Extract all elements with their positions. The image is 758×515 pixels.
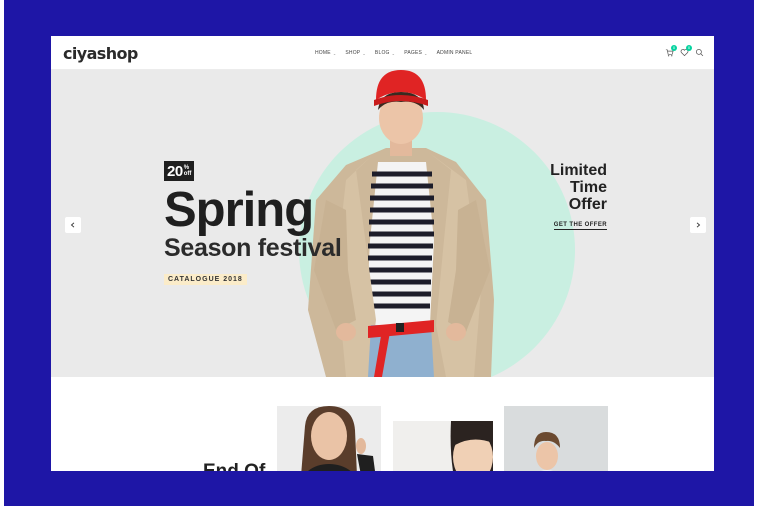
promo-line: Limited — [550, 162, 607, 179]
nav-label: BLOG — [374, 50, 390, 56]
nav-item-home[interactable]: HOME ⌄ — [315, 50, 336, 56]
nav-item-blog[interactable]: BLOG ⌄ — [375, 50, 395, 56]
product-image-child[interactable] — [393, 421, 493, 471]
chevron-down-icon: ⌄ — [332, 50, 337, 56]
search-button[interactable] — [695, 48, 704, 57]
promo-line: Offer — [568, 196, 607, 213]
product-image-man[interactable] — [504, 406, 608, 471]
website-screenshot: ciyashop HOME ⌄ SHOP ⌄ BLOG ⌄ PAGES ⌄ AD… — [51, 36, 714, 471]
chevron-down-icon: ⌄ — [391, 50, 396, 56]
chevron-down-icon: ⌄ — [424, 50, 428, 56]
catalogue-tag: CATALOGUE 2018 — [164, 274, 247, 285]
cart-count-badge: 0 — [671, 45, 677, 51]
site-header: ciyashop HOME ⌄ SHOP ⌄ BLOG ⌄ PAGES ⌄ AD… — [51, 36, 714, 70]
wishlist-button[interactable]: 0 — [680, 45, 692, 57]
featured-section: End Of — [51, 377, 714, 471]
slider-prev-button[interactable] — [65, 217, 81, 233]
site-logo[interactable]: ciyashop — [63, 44, 138, 63]
discount-suffix: % off — [184, 165, 192, 177]
get-offer-link[interactable]: GET THE OFFER — [553, 222, 607, 230]
hero-subheadline: Season festival — [164, 234, 342, 262]
discount-off: off — [183, 171, 192, 177]
cart-button[interactable]: 0 — [665, 45, 677, 57]
nav-label: PAGES — [404, 50, 423, 56]
main-nav: HOME ⌄ SHOP ⌄ BLOG ⌄ PAGES ⌄ ADMIN PANEL — [315, 50, 472, 56]
promo-text: Limited Time Offer — [550, 162, 607, 213]
woman-portrait — [277, 406, 381, 471]
chevron-down-icon: ⌄ — [362, 50, 366, 56]
slider-next-button[interactable] — [690, 217, 706, 233]
child-portrait — [393, 421, 493, 471]
hero-slider: 20 % off Spring Season festival CATALOGU… — [51, 70, 714, 377]
discount-number: 20 — [167, 162, 183, 180]
chevron-left-icon — [70, 222, 75, 228]
nav-item-pages[interactable]: PAGES ⌄ — [404, 50, 427, 56]
nav-label: SHOP — [345, 50, 361, 56]
discount-badge: 20 % off — [164, 161, 195, 181]
nav-item-admin-panel[interactable]: ADMIN PANEL — [437, 50, 473, 56]
hero-headline: Spring — [164, 183, 314, 237]
search-icon — [695, 48, 704, 57]
nav-item-shop[interactable]: SHOP ⌄ — [345, 50, 366, 56]
nav-label: ADMIN PANEL — [436, 50, 473, 56]
model-image — [308, 70, 494, 377]
wishlist-count-badge: 0 — [686, 45, 692, 51]
section-title: End Of — [203, 461, 265, 471]
promo-line: Time — [569, 179, 607, 196]
product-image-woman[interactable] — [277, 406, 381, 471]
chevron-right-icon — [696, 222, 701, 228]
header-icons: 0 0 — [665, 45, 704, 57]
nav-label: HOME — [315, 50, 331, 56]
man-portrait — [504, 406, 608, 471]
